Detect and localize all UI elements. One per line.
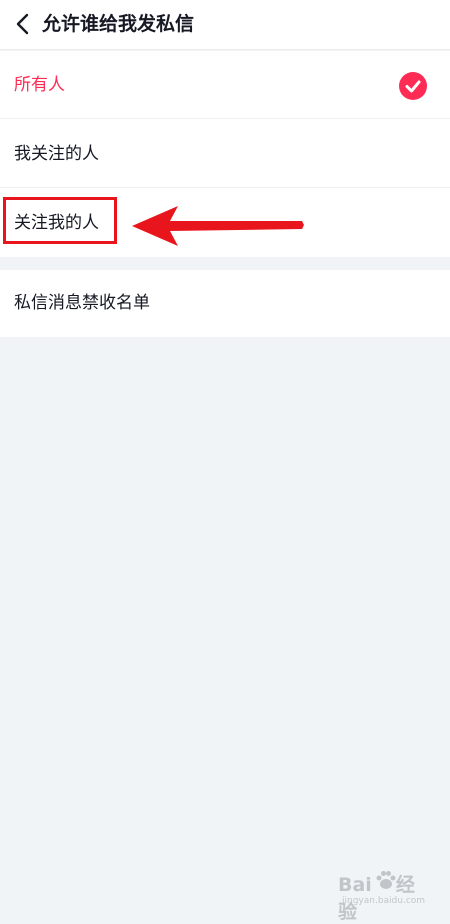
annotation-arrow-icon bbox=[132, 206, 304, 246]
paw-icon bbox=[376, 871, 396, 889]
option-label: 我关注的人 bbox=[14, 144, 99, 164]
option-label: 所有人 bbox=[14, 75, 65, 95]
watermark: Bai 经验 jingyan.baidu.com bbox=[338, 868, 430, 923]
header-bar: 允许谁给我发私信 bbox=[0, 0, 450, 50]
option-people-i-follow[interactable]: 我关注的人 bbox=[0, 120, 450, 188]
blocklist-label: 私信消息禁收名单 bbox=[14, 293, 150, 313]
option-everyone[interactable]: 所有人 bbox=[0, 51, 450, 119]
chevron-left-icon[interactable] bbox=[12, 12, 34, 36]
page-title: 允许谁给我发私信 bbox=[42, 13, 195, 35]
check-icon bbox=[399, 72, 427, 100]
annotation-highlight-box bbox=[3, 197, 117, 244]
blocklist-row[interactable]: 私信消息禁收名单 bbox=[0, 270, 450, 337]
watermark-url: jingyan.baidu.com bbox=[342, 896, 426, 906]
